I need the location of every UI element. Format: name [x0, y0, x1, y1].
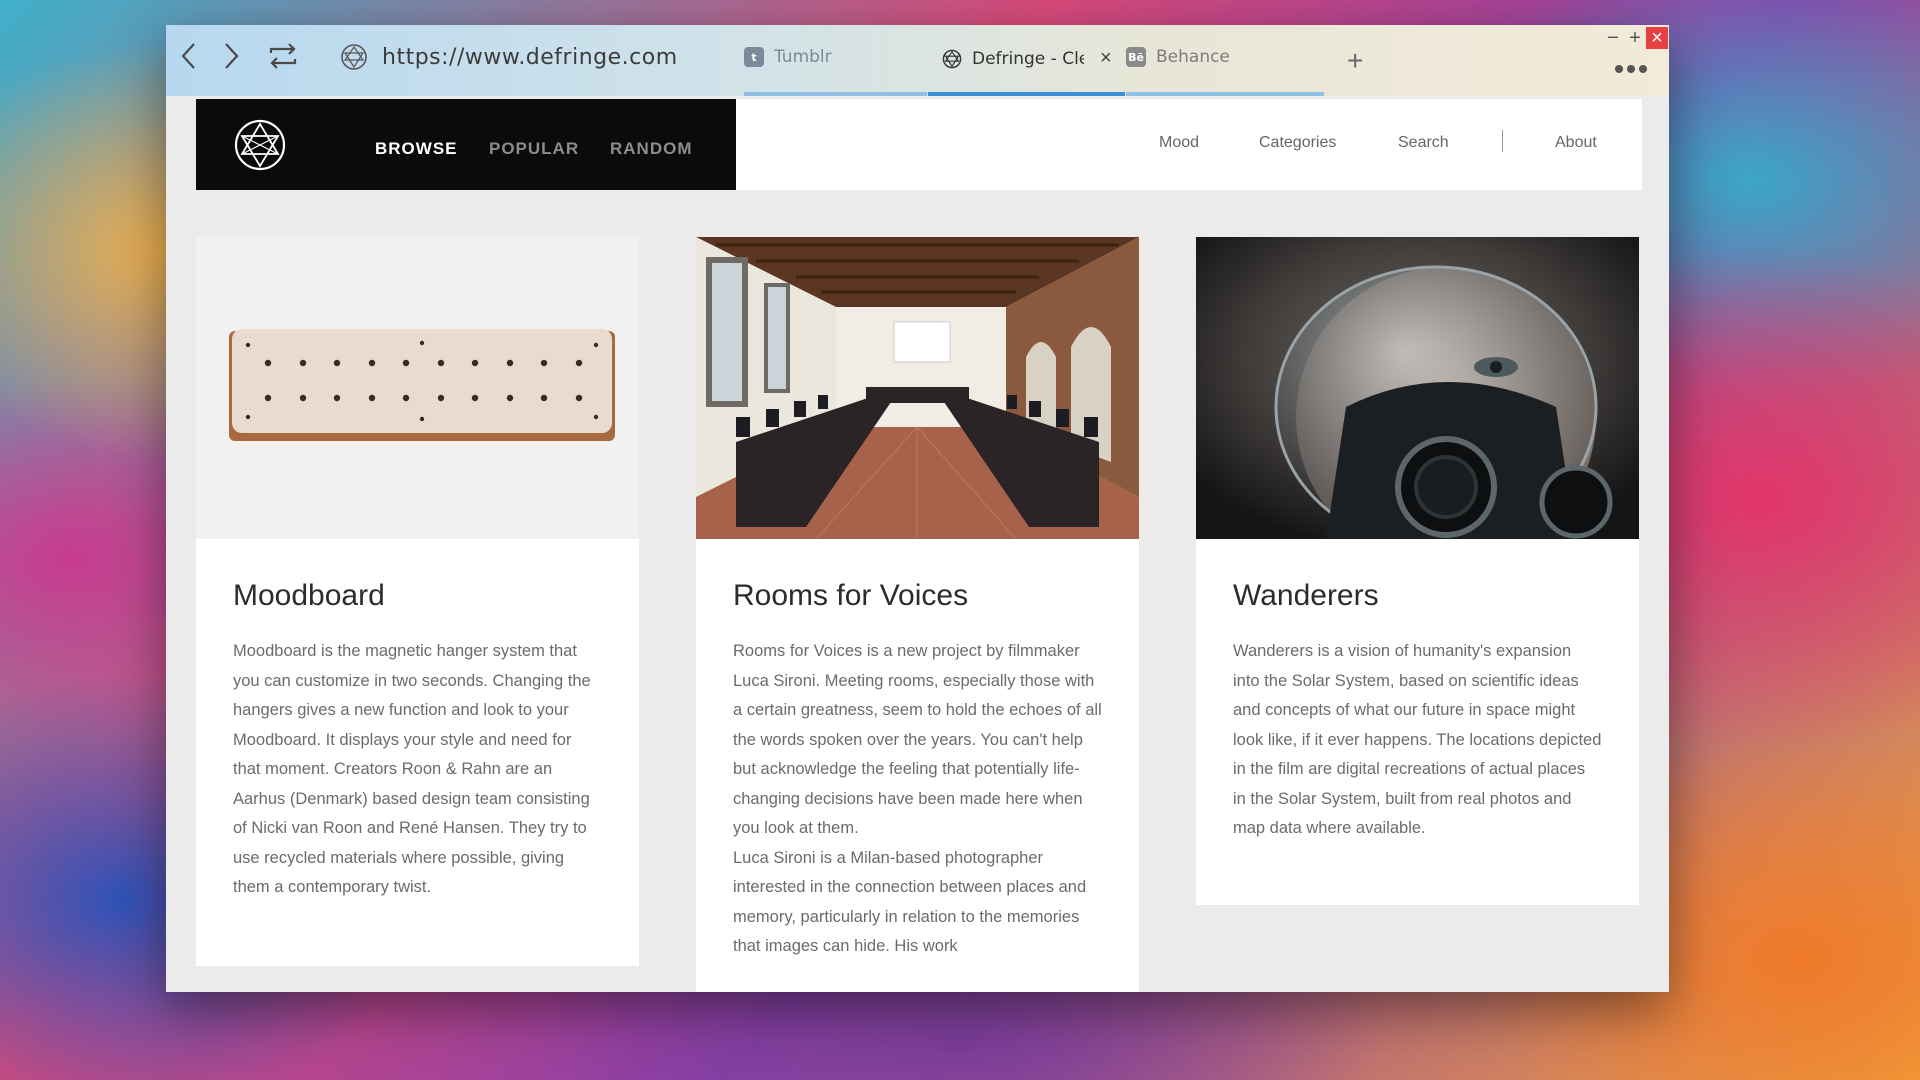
card-image-moodboard[interactable]: [196, 237, 639, 539]
nav-about[interactable]: About: [1555, 134, 1597, 152]
maximize-button[interactable]: +: [1624, 27, 1646, 49]
reload-button[interactable]: [266, 43, 300, 69]
reload-icon: [269, 43, 297, 69]
nav-categories[interactable]: Categories: [1259, 134, 1336, 152]
back-button[interactable]: [176, 43, 202, 69]
card-body: Wanderers Wanderers is a vision of human…: [1196, 539, 1639, 844]
article-card-rooms-for-voices[interactable]: Rooms for Voices Rooms for Voices is a n…: [696, 237, 1139, 992]
tab-label: Behance: [1156, 47, 1230, 67]
nav-popular[interactable]: POPULAR: [489, 139, 579, 159]
close-window-button[interactable]: ×: [1646, 27, 1668, 49]
behance-icon: Bē: [1126, 47, 1146, 67]
tab-tumblr[interactable]: t Tumblr: [744, 25, 927, 96]
hanger-board-image: [229, 329, 615, 441]
card-description: Moodboard is the magnetic hanger system …: [233, 642, 591, 896]
page-content: BROWSE POPULAR RANDOM Mood Categories Se…: [166, 96, 1669, 992]
card-description-continued: Luca Sironi is a Milan-based photographe…: [733, 848, 1087, 956]
brand-bar: BROWSE POPULAR RANDOM: [196, 99, 736, 190]
card-body: Moodboard Moodboard is the magnetic hang…: [196, 539, 639, 903]
address-bar[interactable]: https://www.defringe.com: [340, 43, 678, 71]
card-title[interactable]: Rooms for Voices: [733, 579, 1102, 613]
nav-random[interactable]: RANDOM: [610, 139, 693, 159]
more-menu-icon[interactable]: [1615, 65, 1647, 73]
tumblr-icon: t: [744, 47, 764, 67]
chevron-right-icon: [225, 43, 239, 69]
site-globe-icon: [341, 44, 367, 70]
defringe-icon: [942, 49, 962, 68]
card-image-wanderers[interactable]: [1196, 237, 1639, 539]
defringe-logo-icon[interactable]: [233, 118, 287, 172]
article-card-wanderers[interactable]: Wanderers Wanderers is a vision of human…: [1196, 237, 1639, 905]
tab-behance[interactable]: Bē Behance: [1126, 25, 1324, 96]
tab-defringe[interactable]: Defringe - Cle ×: [928, 25, 1125, 96]
site-header: BROWSE POPULAR RANDOM Mood Categories Se…: [196, 99, 1642, 190]
chevron-left-icon: [181, 43, 195, 69]
nav-search[interactable]: Search: [1398, 134, 1449, 152]
new-tab-button[interactable]: +: [1347, 45, 1363, 77]
url-text: https://www.defringe.com: [382, 44, 678, 70]
nav-divider: [1502, 130, 1503, 152]
card-title[interactable]: Wanderers: [1233, 579, 1602, 613]
browser-window: https://www.defringe.com t Tumblr Defrin…: [166, 25, 1669, 992]
card-image-rooms-for-voices[interactable]: [696, 237, 1139, 539]
article-card-moodboard[interactable]: Moodboard Moodboard is the magnetic hang…: [196, 237, 639, 966]
card-body: Rooms for Voices Rooms for Voices is a n…: [696, 539, 1139, 962]
tab-label: Defringe - Cle: [972, 48, 1084, 69]
forward-button[interactable]: [218, 43, 244, 69]
tab-label: Tumblr: [774, 47, 832, 67]
nav-mood[interactable]: Mood: [1159, 134, 1199, 152]
card-description: Wanderers is a vision of humanity's expa…: [1233, 642, 1602, 837]
close-tab-icon[interactable]: ×: [1100, 47, 1112, 70]
card-description: Rooms for Voices is a new project by fil…: [733, 642, 1102, 837]
nav-browse[interactable]: BROWSE: [375, 139, 458, 159]
astronaut-gas-mask-image: [1196, 237, 1639, 539]
minimize-button[interactable]: −: [1602, 27, 1624, 49]
meeting-room-image: [696, 237, 1139, 539]
desktop: { "browser": { "url": "https://www.defri…: [0, 0, 1920, 1080]
card-title[interactable]: Moodboard: [233, 579, 602, 613]
browser-toolbar: https://www.defringe.com t Tumblr Defrin…: [166, 25, 1669, 96]
